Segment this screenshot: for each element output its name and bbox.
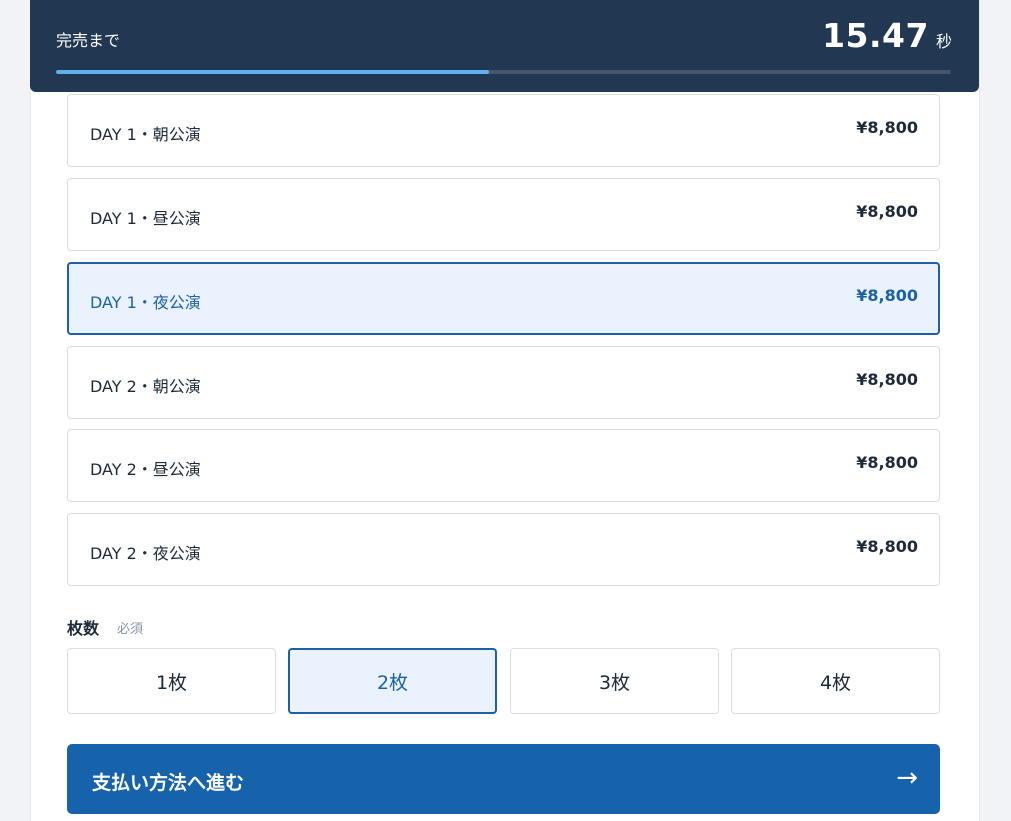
quantity-option-1[interactable]: 1枚 — [67, 648, 276, 714]
performance-option[interactable]: DAY 1・夜公演 ¥8,800 — [67, 262, 940, 335]
performance-name: DAY 2・朝公演 — [90, 377, 201, 396]
quantity-selector: 1枚 2枚 3枚 4枚 — [67, 648, 940, 714]
quantity-option-2[interactable]: 2枚 — [288, 648, 497, 714]
countdown-timer: 15.47 秒 — [822, 16, 952, 55]
countdown-label: 完売まで — [56, 31, 121, 50]
performance-price: ¥8,800 — [856, 286, 918, 305]
performance-name: DAY 1・朝公演 — [90, 125, 201, 144]
performance-name: DAY 1・夜公演 — [90, 293, 201, 312]
performance-price: ¥8,800 — [856, 118, 918, 137]
proceed-button-label: 支払い方法へ進む — [92, 772, 245, 794]
required-badge: 必須 — [117, 622, 144, 637]
performance-option[interactable]: DAY 1・昼公演 ¥8,800 — [67, 178, 940, 251]
quantity-option-3[interactable]: 3枚 — [510, 648, 719, 714]
performance-option[interactable]: DAY 2・夜公演 ¥8,800 — [67, 513, 940, 586]
performance-option[interactable]: DAY 2・昼公演 ¥8,800 — [67, 429, 940, 502]
performance-price: ¥8,800 — [856, 453, 918, 472]
quantity-option-4[interactable]: 4枚 — [731, 648, 940, 714]
timer-unit: 秒 — [935, 32, 952, 51]
performance-option[interactable]: DAY 1・朝公演 ¥8,800 — [67, 94, 940, 167]
countdown-header: 完売まで 15.47 秒 — [30, 0, 979, 92]
performance-price: ¥8,800 — [856, 537, 918, 556]
countdown-progress-fill — [56, 70, 490, 74]
arrow-right-icon: → — [896, 763, 918, 793]
performance-price: ¥8,800 — [856, 370, 918, 389]
performance-price: ¥8,800 — [856, 202, 918, 221]
timer-value: 15.47 — [822, 16, 929, 55]
proceed-to-payment-button[interactable]: 支払い方法へ進む → — [67, 744, 940, 814]
quantity-label: 枚数 — [67, 619, 100, 638]
performance-name: DAY 2・昼公演 — [90, 460, 201, 479]
performance-name: DAY 1・昼公演 — [90, 209, 201, 228]
performance-name: DAY 2・夜公演 — [90, 544, 201, 563]
performance-option[interactable]: DAY 2・朝公演 ¥8,800 — [67, 346, 940, 419]
countdown-progress-bar — [56, 70, 951, 74]
